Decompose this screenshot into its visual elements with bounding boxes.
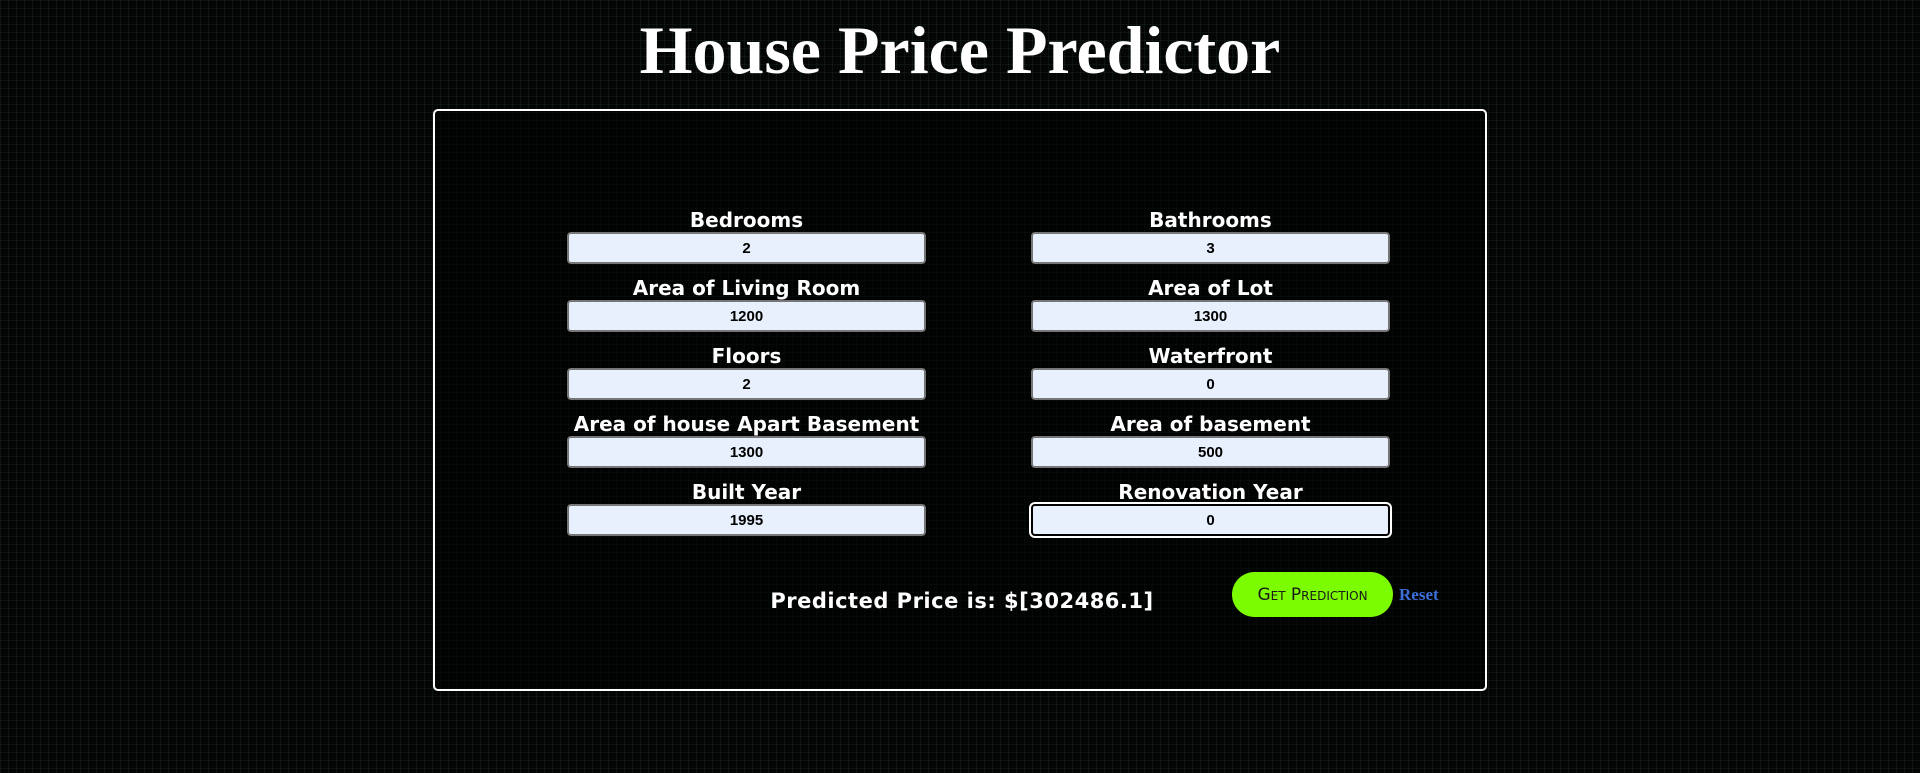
fields-grid: Bedrooms Bathrooms Area of Living Room A… <box>567 208 1395 536</box>
basement-area-label: Area of basement <box>1110 412 1311 436</box>
prediction-form: Bedrooms Bathrooms Area of Living Room A… <box>433 109 1487 691</box>
living-area-label: Area of Living Room <box>632 276 861 300</box>
waterfront-label: Waterfront <box>1148 344 1273 368</box>
field-basement-area: Area of basement <box>1031 412 1390 468</box>
floors-input[interactable] <box>567 368 926 400</box>
basement-area-input[interactable] <box>1031 436 1390 468</box>
field-above-basement-area: Area of house Apart Basement <box>567 412 926 468</box>
page-title: House Price Predictor <box>639 12 1281 88</box>
renovation-year-label: Renovation Year <box>1118 480 1303 504</box>
bathrooms-label: Bathrooms <box>1149 208 1272 232</box>
lot-area-input[interactable] <box>1031 300 1390 332</box>
built-year-label: Built Year <box>691 480 802 504</box>
field-renovation-year: Renovation Year <box>1031 480 1390 536</box>
get-prediction-button[interactable]: Get Prediction <box>1232 572 1393 617</box>
field-bathrooms: Bathrooms <box>1031 208 1390 264</box>
bedrooms-label: Bedrooms <box>689 208 804 232</box>
built-year-input[interactable] <box>567 504 926 536</box>
field-bedrooms: Bedrooms <box>567 208 926 264</box>
living-area-input[interactable] <box>567 300 926 332</box>
field-lot-area: Area of Lot <box>1031 276 1390 332</box>
field-floors: Floors <box>567 344 926 400</box>
bathrooms-input[interactable] <box>1031 232 1390 264</box>
floors-label: Floors <box>711 344 782 368</box>
bedrooms-input[interactable] <box>567 232 926 264</box>
waterfront-input[interactable] <box>1031 368 1390 400</box>
field-waterfront: Waterfront <box>1031 344 1390 400</box>
field-living-area: Area of Living Room <box>567 276 926 332</box>
lot-area-label: Area of Lot <box>1148 276 1273 300</box>
above-basement-area-label: Area of house Apart Basement <box>573 412 920 436</box>
renovation-year-input[interactable] <box>1031 504 1390 536</box>
field-built-year: Built Year <box>567 480 926 536</box>
above-basement-area-input[interactable] <box>567 436 926 468</box>
reset-link[interactable]: Reset <box>1399 585 1439 605</box>
